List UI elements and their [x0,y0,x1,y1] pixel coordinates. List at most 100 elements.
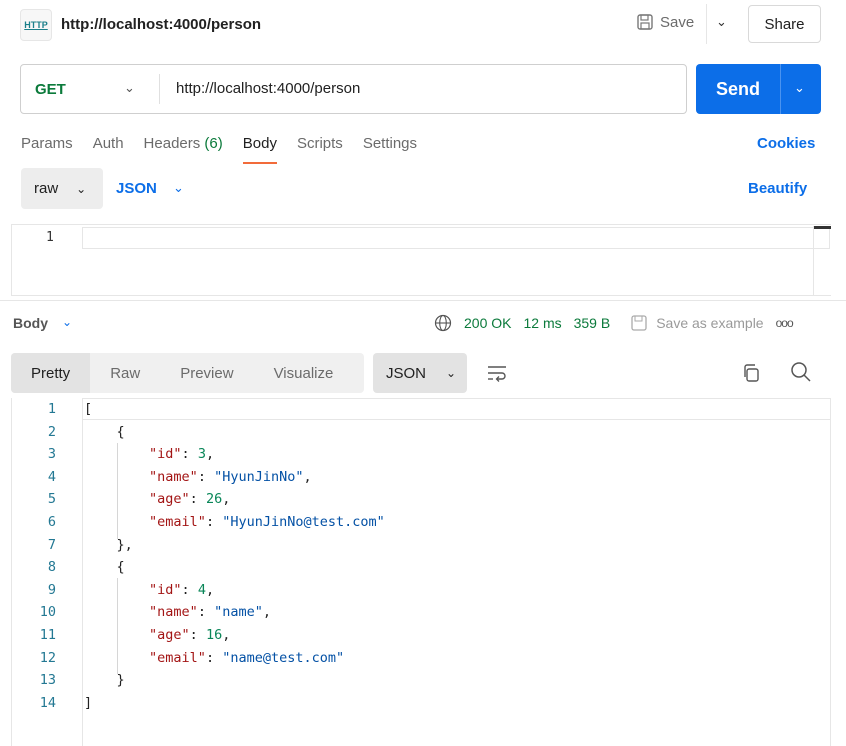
view-tab-visualize[interactable]: Visualize [254,353,354,393]
json-token: , [222,491,231,508]
line-number: 12 [39,649,56,666]
save-icon [637,14,653,30]
json-token: : [181,446,198,463]
tab-params[interactable]: Params [21,135,73,164]
tab-headers[interactable]: Headers (6) [144,135,223,164]
code-text: "name": "HyunJinNo", [84,466,312,489]
response-body-toggle[interactable]: Body ⌄ [13,315,72,331]
tab-scripts[interactable]: Scripts [297,135,343,164]
divider [706,4,707,44]
tab-body[interactable]: Body [242,135,278,164]
json-token: : [197,468,215,485]
json-token: : [189,491,206,508]
wrap-lines-icon[interactable] [486,363,508,383]
response-format-select[interactable]: JSON ⌄ [373,353,467,393]
scrollbar[interactable] [813,226,831,296]
code-text: }, [84,534,133,557]
send-options-chevron-icon[interactable]: ⌄ [794,80,805,96]
json-token: ] [84,694,93,711]
tab-settings[interactable]: Settings [363,135,417,164]
response-size[interactable]: 359 B [574,315,611,331]
copy-icon[interactable] [741,363,761,383]
line-number: 4 [47,468,56,485]
save-as-example-button[interactable]: Save as example [630,314,764,332]
json-token: "age" [149,491,190,508]
code-text: { [84,556,125,579]
chevron-down-icon[interactable]: ⌄ [173,180,184,196]
code-text: "age": 16, [84,624,230,647]
json-token: , [205,446,215,463]
json-token: { [84,423,125,440]
code-text: } [84,669,125,692]
json-token: "id" [149,581,182,598]
json-token: : [205,513,223,530]
save-button[interactable]: Save [636,13,694,31]
save-options-chevron-icon[interactable]: ⌄ [716,14,727,30]
json-token: "id" [149,446,182,463]
line-number: 1 [46,230,54,245]
json-token: } [84,672,125,689]
search-icon[interactable] [790,361,812,383]
json-token: 16 [205,626,223,643]
status-code[interactable]: 200 OK [464,315,511,331]
view-tab-raw[interactable]: Raw [90,353,160,393]
response-time[interactable]: 12 ms [523,315,561,331]
pane-divider[interactable] [0,300,846,301]
line-number: 2 [47,423,56,440]
line-number: 7 [47,536,56,553]
line-number: 9 [47,581,56,598]
json-token: , [222,626,231,643]
save-icon [631,315,647,331]
view-tab-preview[interactable]: Preview [160,353,253,393]
code-text: "name": "name", [84,601,271,624]
code-text: "id": 4, [84,579,214,602]
code-text: { [84,421,125,444]
line-number: 10 [39,604,56,621]
globe-icon[interactable] [434,314,452,332]
headers-count: (6) [204,135,223,152]
code-text: "id": 3, [84,443,214,466]
beautify-button[interactable]: Beautify [748,180,807,197]
json-token: : [181,581,198,598]
tab-auth[interactable]: Auth [93,135,124,164]
json-token: "HyunJinNo@test.com" [222,513,385,530]
request-title[interactable]: http://localhost:4000/person [61,16,261,33]
json-token: }, [84,536,133,553]
json-token: 4 [197,581,206,598]
chevron-down-icon[interactable]: ⌄ [124,80,135,96]
json-token: , [262,604,271,621]
send-button[interactable]: Send ⌄ [696,64,821,114]
response-view-tabs: Pretty Raw Preview Visualize [11,353,364,393]
line-number: 11 [39,626,56,643]
code-text: "age": 26, [84,488,230,511]
line-number: 14 [39,694,56,711]
line-number: 13 [39,672,56,689]
json-token: , [303,468,312,485]
cookies-link[interactable]: Cookies [757,135,815,152]
share-button[interactable]: Share [748,5,821,43]
url-input[interactable]: http://localhost:4000/person [176,80,360,97]
body-language-select[interactable]: JSON [116,180,157,197]
json-token: "HyunJinNo" [214,468,304,485]
json-token: "name" [149,468,198,485]
json-token: "email" [149,649,206,666]
more-options-icon[interactable]: ooo [776,316,794,330]
http-request-icon: HTTP [20,9,52,41]
json-token: "name" [214,604,263,621]
save-label: Save [660,13,695,31]
body-mode-select[interactable]: raw ⌄ [21,168,103,209]
view-tab-pretty[interactable]: Pretty [11,353,91,393]
line-number: 6 [47,513,56,530]
method-select[interactable]: GET [35,81,66,98]
code-text: [ [84,398,92,421]
line-number: 5 [47,491,56,508]
chevron-down-icon: ⌄ [62,315,73,329]
chevron-down-icon: ⌄ [76,181,87,196]
code-text: "email": "HyunJinNo@test.com" [84,511,385,534]
line-number: 1 [47,401,56,417]
